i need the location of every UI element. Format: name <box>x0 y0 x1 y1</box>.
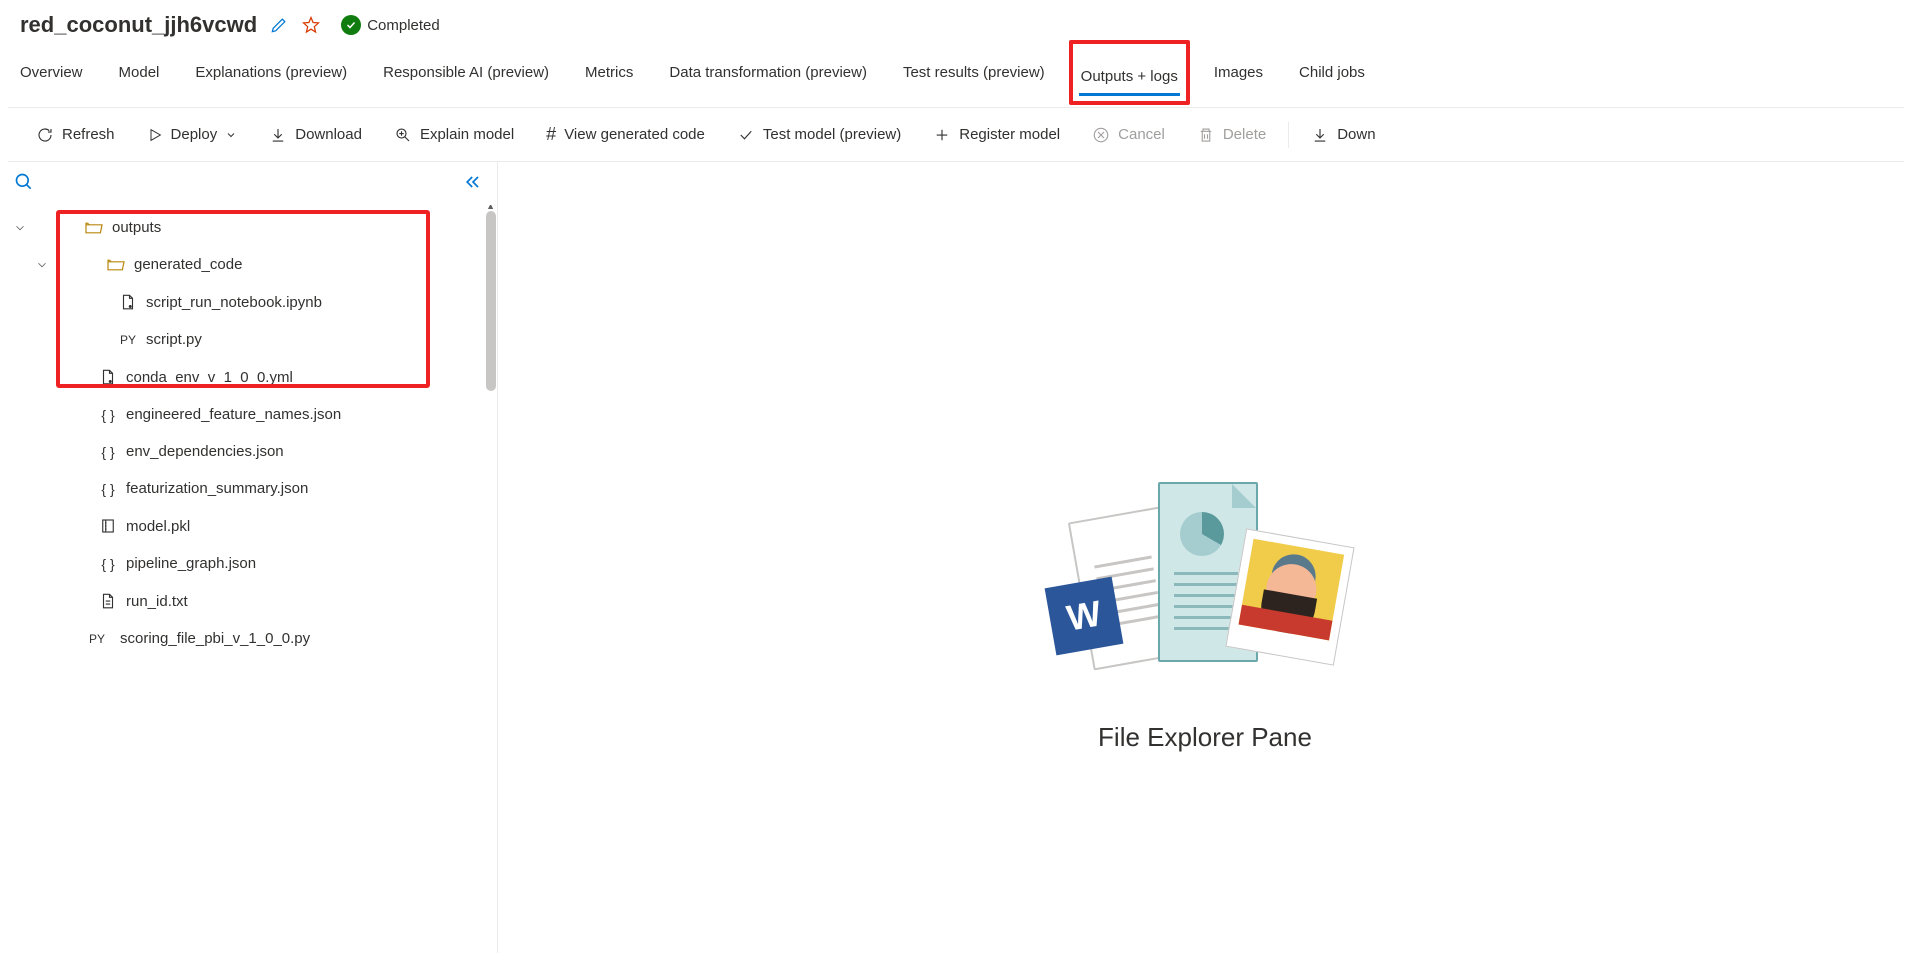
separator <box>1288 122 1289 148</box>
file-label: run_id.txt <box>126 593 188 610</box>
job-title: red_coconut_jjh6vcwd <box>20 12 257 38</box>
json-file-icon: { } <box>98 556 118 572</box>
tab-outputs-logs[interactable]: Outputs + logs <box>1079 54 1180 99</box>
file-label: featurization_summary.json <box>126 480 308 497</box>
tree-file-model-pkl[interactable]: model.pkl <box>4 507 497 545</box>
json-file-icon: { } <box>98 444 118 460</box>
tab-overview[interactable]: Overview <box>18 50 85 100</box>
search-icon[interactable] <box>14 172 34 195</box>
tab-test-results[interactable]: Test results (preview) <box>901 50 1047 100</box>
chevron-down-icon <box>225 129 237 141</box>
file-label: pipeline_graph.json <box>126 555 256 572</box>
deploy-label: Deploy <box>171 126 218 143</box>
folder-label: outputs <box>112 219 161 236</box>
explain-model-button[interactable]: Explain model <box>380 120 528 150</box>
tab-images[interactable]: Images <box>1212 50 1265 100</box>
refresh-label: Refresh <box>62 126 115 143</box>
view-code-label: View generated code <box>564 126 705 143</box>
file-label: env_dependencies.json <box>126 443 284 460</box>
tree-file-scoring[interactable]: PY scoring_file_pbi_v_1_0_0.py <box>4 620 497 657</box>
tab-child-jobs[interactable]: Child jobs <box>1297 50 1367 100</box>
pkl-file-icon <box>98 517 118 535</box>
file-label: script_run_notebook.ipynb <box>146 294 322 311</box>
register-model-button[interactable]: Register model <box>919 120 1074 150</box>
tab-metrics[interactable]: Metrics <box>583 50 635 100</box>
hash-icon: # <box>546 124 556 145</box>
tabs-nav: Overview Model Explanations (preview) Re… <box>0 50 1912 101</box>
notebook-file-icon <box>118 293 138 311</box>
status-text: Completed <box>367 17 440 34</box>
check-circle-icon <box>341 15 361 35</box>
tab-model[interactable]: Model <box>117 50 162 100</box>
json-file-icon: { } <box>98 481 118 497</box>
tree-file-pipeline-graph[interactable]: { } pipeline_graph.json <box>4 545 497 582</box>
empty-state-illustration: W <box>1050 482 1360 692</box>
tree-file-notebook[interactable]: script_run_notebook.ipynb <box>4 283 497 321</box>
tree-folder-generated-code[interactable]: generated_code <box>4 246 497 283</box>
tree-file-env-deps[interactable]: { } env_dependencies.json <box>4 433 497 470</box>
file-tree: outputs generated_code script_run_notebo… <box>0 205 497 953</box>
tab-data-transformation[interactable]: Data transformation (preview) <box>667 50 869 100</box>
chevron-down-icon <box>12 221 28 235</box>
header: red_coconut_jjh6vcwd Completed <box>0 0 1912 50</box>
download-label: Download <box>295 126 362 143</box>
deploy-button[interactable]: Deploy <box>133 120 252 149</box>
tab-explanations[interactable]: Explanations (preview) <box>193 50 349 100</box>
download-button-2[interactable]: Down <box>1297 120 1389 150</box>
folder-open-icon <box>84 220 104 236</box>
content-area: outputs generated_code script_run_notebo… <box>0 162 1912 953</box>
explain-label: Explain model <box>420 126 514 143</box>
favorite-star-icon[interactable] <box>301 15 321 35</box>
scrollbar[interactable]: ▲ <box>483 205 497 953</box>
sidebar-top-bar <box>0 162 497 205</box>
refresh-button[interactable]: Refresh <box>22 120 129 150</box>
file-label: scoring_file_pbi_v_1_0_0.py <box>120 630 310 647</box>
cancel-button: Cancel <box>1078 120 1179 150</box>
cancel-label: Cancel <box>1118 126 1165 143</box>
register-label: Register model <box>959 126 1060 143</box>
view-generated-code-button[interactable]: # View generated code <box>532 118 719 151</box>
folder-open-icon <box>106 257 126 273</box>
tree-file-script-py[interactable]: PY script.py <box>4 321 497 358</box>
status-badge: Completed <box>341 15 440 35</box>
file-label: conda_env_v_1_0_0.yml <box>126 369 293 386</box>
toolbar: Refresh Deploy Download Explain model # … <box>8 107 1904 162</box>
delete-button: Delete <box>1183 120 1280 150</box>
download-button[interactable]: Download <box>255 120 376 150</box>
folder-label: generated_code <box>134 256 242 273</box>
test-model-label: Test model (preview) <box>763 126 901 143</box>
tree-file-run-id[interactable]: run_id.txt <box>4 582 497 620</box>
txt-file-icon <box>98 592 118 610</box>
file-tree-sidebar: outputs generated_code script_run_notebo… <box>0 162 498 953</box>
chevron-down-icon <box>34 258 50 272</box>
tree-file-engineered[interactable]: { } engineered_feature_names.json <box>4 396 497 433</box>
python-file-icon: PY <box>82 632 112 646</box>
test-model-button[interactable]: Test model (preview) <box>723 120 915 150</box>
edit-icon[interactable] <box>269 15 289 35</box>
file-label: engineered_feature_names.json <box>126 406 341 423</box>
highlight-box-tab: Outputs + logs <box>1069 40 1190 105</box>
main-pane: W File Explorer Pane <box>498 162 1912 953</box>
tree-folder-outputs[interactable]: outputs <box>4 209 497 246</box>
tree-file-conda[interactable]: conda_env_v_1_0_0.yml <box>4 358 497 396</box>
collapse-panel-icon[interactable] <box>463 172 483 195</box>
python-file-icon: PY <box>118 333 138 347</box>
tree-file-featurization[interactable]: { } featurization_summary.json <box>4 470 497 507</box>
tab-responsible-ai[interactable]: Responsible AI (preview) <box>381 50 551 100</box>
scrollbar-thumb[interactable] <box>486 211 496 391</box>
file-label: script.py <box>146 331 202 348</box>
delete-label: Delete <box>1223 126 1266 143</box>
file-label: model.pkl <box>126 518 190 535</box>
pane-title: File Explorer Pane <box>1098 722 1312 753</box>
download2-label: Down <box>1337 126 1375 143</box>
file-icon <box>98 368 118 386</box>
json-file-icon: { } <box>98 407 118 423</box>
